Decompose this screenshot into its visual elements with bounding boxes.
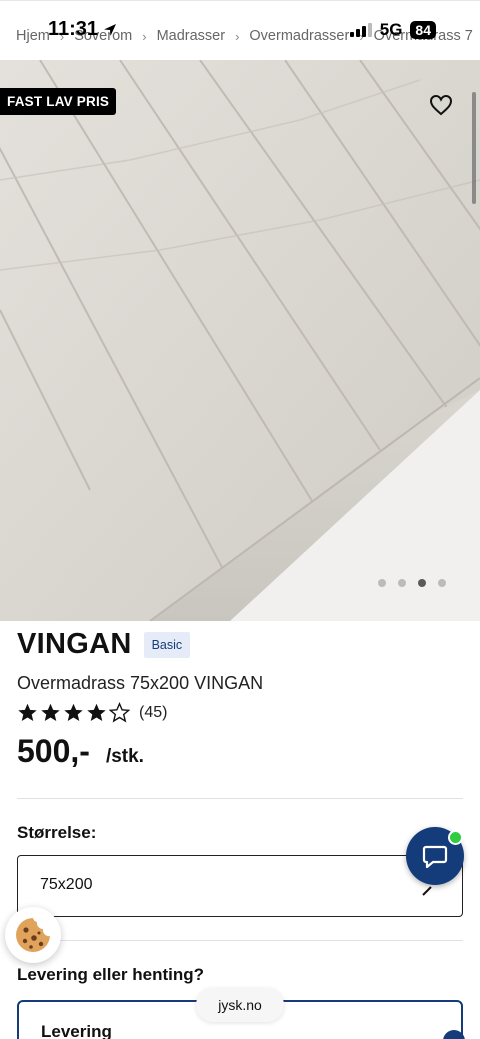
product-title-row: VINGAN Basic bbox=[17, 628, 191, 661]
status-bar: Hjem › Soverom › Madrasser › Overmadrass… bbox=[0, 0, 480, 60]
product-rating[interactable]: (45) bbox=[17, 702, 167, 723]
online-status-dot bbox=[448, 830, 463, 845]
review-count[interactable]: (45) bbox=[139, 704, 167, 722]
carousel-dot-4[interactable] bbox=[438, 579, 446, 587]
product-image[interactable] bbox=[0, 60, 480, 621]
carousel-dot-1[interactable] bbox=[378, 579, 386, 587]
scrollbar[interactable] bbox=[472, 92, 476, 204]
cookie-settings-button[interactable] bbox=[5, 907, 61, 963]
delivery-label: Levering eller henting? bbox=[17, 965, 205, 984]
divider bbox=[17, 798, 463, 799]
breadcrumb-separator-icon: › bbox=[235, 28, 240, 44]
clock: 11:31 bbox=[48, 18, 99, 40]
tier-badge: Basic bbox=[143, 631, 191, 658]
price: 500,- bbox=[17, 733, 90, 769]
star-empty-icon bbox=[109, 702, 130, 723]
carousel-dots bbox=[378, 579, 446, 587]
breadcrumb-item-toppers[interactable]: Overmadrasser bbox=[249, 28, 349, 44]
star-filled-icon bbox=[18, 703, 37, 721]
star-filled-icon bbox=[87, 703, 106, 721]
divider bbox=[17, 940, 463, 941]
status-indicators: 5G 84 bbox=[349, 20, 436, 40]
signal-icon bbox=[349, 23, 372, 37]
carousel-dot-2[interactable] bbox=[398, 579, 406, 587]
battery-level: 84 bbox=[410, 21, 436, 39]
breadcrumb-item-mattresses[interactable]: Madrasser bbox=[157, 28, 226, 44]
cookie-icon bbox=[16, 918, 50, 952]
carousel-dot-3[interactable] bbox=[418, 579, 426, 587]
radio-selected-icon[interactable] bbox=[443, 1030, 465, 1039]
price-unit: /stk. bbox=[105, 746, 144, 767]
chevron-down-icon bbox=[422, 886, 432, 896]
browser-url-bar[interactable]: jysk.no bbox=[196, 988, 284, 1022]
size-label: Størrelse: bbox=[17, 823, 97, 842]
product-subtitle: Overmadrass 75x200 VINGAN bbox=[17, 673, 264, 693]
product-title: VINGAN bbox=[17, 628, 132, 660]
size-select[interactable]: 75x200 bbox=[17, 855, 463, 917]
url-text: jysk.no bbox=[218, 997, 262, 1013]
size-selected-value: 75x200 bbox=[40, 876, 93, 893]
delivery-option-label: Levering bbox=[41, 1022, 112, 1039]
location-arrow-icon bbox=[104, 23, 117, 36]
fast-low-price-badge: FAST LAV PRIS bbox=[0, 88, 117, 115]
heart-icon[interactable] bbox=[429, 94, 453, 116]
star-filled-icon bbox=[41, 703, 60, 721]
star-filled-icon bbox=[64, 703, 83, 721]
price-row: 500,- /stk. bbox=[17, 733, 144, 770]
status-time: 11:31 bbox=[48, 18, 118, 41]
chat-bubble-icon bbox=[422, 845, 448, 869]
network-type: 5G bbox=[379, 20, 403, 39]
breadcrumb-item-home[interactable]: Hjem bbox=[16, 28, 50, 44]
breadcrumb-separator-icon: › bbox=[142, 28, 147, 44]
mattress-photo bbox=[0, 60, 480, 621]
